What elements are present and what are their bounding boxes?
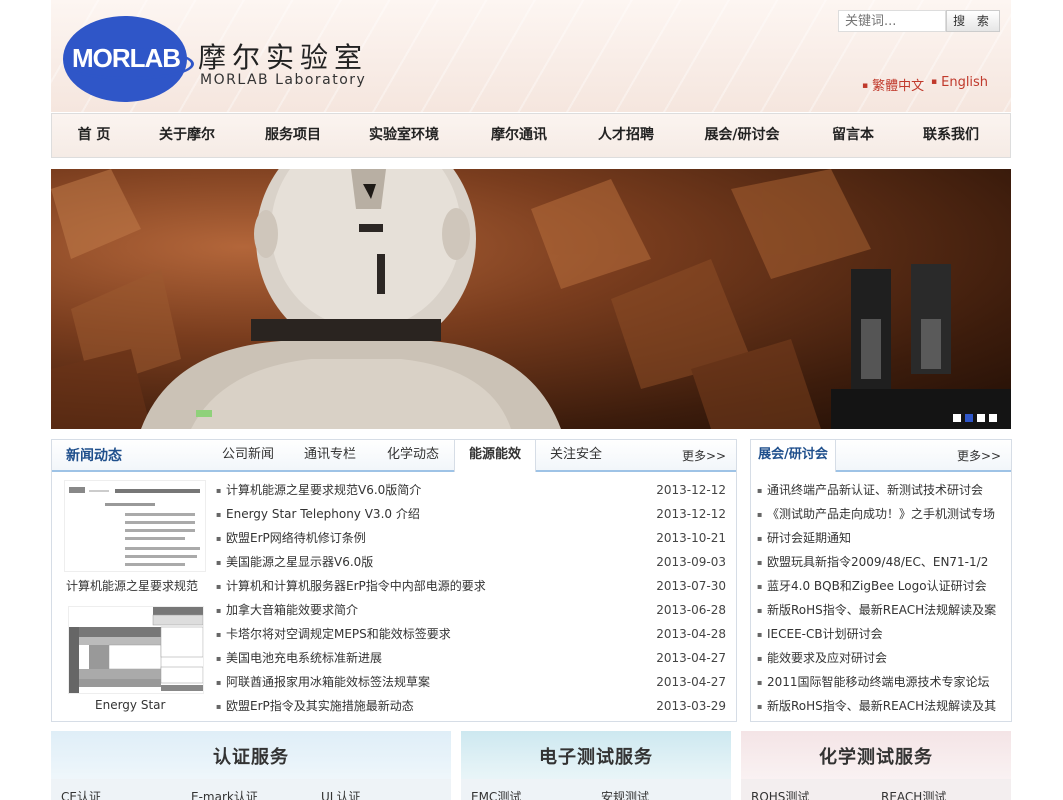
- table-image: [69, 607, 204, 693]
- link-emark[interactable]: E-mark认证: [191, 788, 258, 800]
- tab-company-news[interactable]: 公司新闻: [212, 440, 284, 470]
- card-certification[interactable]: 认证服务 CE认证 E-mark认证 UL认证: [51, 731, 451, 800]
- expo-item[interactable]: ▪ IECEE-CB计划研讨会: [757, 622, 1011, 646]
- news-item[interactable]: ▪ 计算机能源之星要求规范V6.0版简介 2013-12-12: [216, 478, 726, 502]
- banner-dot-4[interactable]: [989, 414, 997, 422]
- link-safety[interactable]: 安规测试: [601, 788, 649, 800]
- expo-header: 展会/研讨会 更多>>: [751, 440, 1011, 472]
- news-item[interactable]: ▪ Energy Star Telephony V3.0 介绍 2013-12-12: [216, 502, 726, 526]
- nav-about[interactable]: 关于摩尔: [136, 114, 238, 157]
- expo-more-link[interactable]: 更多>>: [957, 440, 1001, 473]
- banner-dot-2[interactable]: [965, 414, 973, 422]
- logo-text: MORLAB: [71, 43, 181, 73]
- site-name-cn: 摩尔实验室: [198, 41, 369, 74]
- expo-item[interactable]: ▪ 能效要求及应对研讨会: [757, 646, 1011, 670]
- nav-lab-environment[interactable]: 实验室环境: [348, 114, 460, 157]
- banner-image: [51, 169, 1011, 429]
- card-chemical-title: 化学测试服务: [819, 747, 933, 768]
- main-nav: 首 页 关于摩尔 服务项目 实验室环境 摩尔通讯 人才招聘 展会/研讨会 留言本…: [51, 113, 1011, 158]
- news-item[interactable]: ▪ 卡塔尔将对空调规定MEPS和能效标签要求 2013-04-28: [216, 622, 726, 646]
- card-electronic-title: 电子测试服务: [539, 747, 653, 768]
- expo-item[interactable]: ▪ 蓝牙4.0 BQB和ZigBee Logo认证研讨会: [757, 574, 1011, 598]
- news-item[interactable]: ▪ 加拿大音箱能效要求简介 2013-06-28: [216, 598, 726, 622]
- hero-banner[interactable]: [51, 169, 1011, 429]
- search-button[interactable]: 搜 索: [946, 10, 1000, 32]
- news-item[interactable]: ▪ 美国能源之星显示器V6.0版 2013-09-03: [216, 550, 726, 574]
- news-list: ▪ 计算机能源之星要求规范V6.0版简介 2013-12-12 ▪ Energy St…: [216, 478, 726, 718]
- news-thumbnail-formula[interactable]: [64, 480, 206, 572]
- lang-traditional-link[interactable]: 繁體中文: [862, 75, 924, 94]
- news-thumbnail-table[interactable]: [68, 606, 204, 694]
- news-more-link[interactable]: 更多>>: [682, 440, 726, 473]
- card-electronic[interactable]: 电子测试服务 EMC测试 安规测试: [461, 731, 731, 800]
- nav-expo[interactable]: 展会/研讨会: [674, 114, 810, 157]
- expo-item[interactable]: ▪ 欧盟玩具新指令2009/48/EC、EN71-1/2: [757, 550, 1011, 574]
- card-chemical[interactable]: 化学测试服务 ROHS测试 REACH测试: [741, 731, 1011, 800]
- expo-list: ▪ 通讯终端产品新认证、新测试技术研讨会 ▪ 《测试助产品走向成功！》之手机测试专场…: [757, 478, 1011, 718]
- formula-image: [69, 487, 200, 566]
- expo-item[interactable]: ▪ 研讨会延期通知: [757, 526, 1011, 550]
- tab-telecom[interactable]: 通讯专栏: [292, 440, 368, 470]
- tab-energy[interactable]: 能源能效: [454, 440, 536, 472]
- link-emc[interactable]: EMC测试: [471, 788, 521, 800]
- card-certification-title: 认证服务: [213, 747, 289, 768]
- news-item[interactable]: ▪ 计算机和计算机服务器ErP指令中内部电源的要求 2013-07-30: [216, 574, 726, 598]
- news-item[interactable]: ▪ 阿联酋通报家用冰箱能效标签法规草案 2013-04-27: [216, 670, 726, 694]
- news-panel: 新闻动态 公司新闻 通讯专栏 化学动态 能源能效 关注安全 更多>> 计算机能源…: [51, 439, 737, 722]
- link-reach[interactable]: REACH测试: [881, 788, 946, 800]
- nav-careers[interactable]: 人才招聘: [578, 114, 674, 157]
- link-rohs[interactable]: ROHS测试: [751, 788, 809, 800]
- thumb2-caption[interactable]: Energy Star: [95, 698, 165, 712]
- tab-chemical[interactable]: 化学动态: [376, 440, 450, 470]
- news-item[interactable]: ▪ 美国电池充电系统标准新进展 2013-04-27: [216, 646, 726, 670]
- nav-home[interactable]: 首 页: [52, 114, 136, 157]
- news-header: 新闻动态 公司新闻 通讯专栏 化学动态 能源能效 关注安全 更多>>: [52, 440, 736, 472]
- expo-title: 展会/研讨会: [751, 440, 836, 472]
- expo-panel: 展会/研讨会 更多>> ▪ 通讯终端产品新认证、新测试技术研讨会 ▪ 《测试助产品走…: [750, 439, 1012, 722]
- news-item[interactable]: ▪ 欧盟ErP指令及其实施措施最新动态 2013-03-29: [216, 694, 726, 718]
- news-item[interactable]: ▪ 欧盟ErP网络待机修订条例 2013-10-21: [216, 526, 726, 550]
- expo-item[interactable]: ▪ 通讯终端产品新认证、新测试技术研讨会: [757, 478, 1011, 502]
- nav-newsletter[interactable]: 摩尔通讯: [460, 114, 578, 157]
- expo-item[interactable]: ▪ 2011国际智能移动终端电源技术专家论坛: [757, 670, 1011, 694]
- expo-item[interactable]: ▪ 新版RoHS指令、最新REACH法规解读及案: [757, 598, 1011, 622]
- tab-safety[interactable]: 关注安全: [540, 440, 612, 470]
- link-ul[interactable]: UL认证: [321, 788, 360, 800]
- expo-item[interactable]: ▪ 《测试助产品走向成功！》之手机测试专场: [757, 502, 1011, 526]
- banner-dot-3[interactable]: [977, 414, 985, 422]
- thumb1-caption[interactable]: 计算机能源之星要求规范: [66, 577, 198, 594]
- news-title: 新闻动态: [66, 448, 122, 464]
- site-name-en: MORLAB Laboratory: [200, 72, 367, 88]
- expo-item[interactable]: ▪ 新版RoHS指令、最新REACH法规解读及其: [757, 694, 1011, 718]
- banner-pagination: [953, 407, 1001, 426]
- nav-services[interactable]: 服务项目: [238, 114, 348, 157]
- search-input[interactable]: [838, 10, 946, 32]
- lang-english-link[interactable]: English: [931, 75, 988, 90]
- nav-contact[interactable]: 联系我们: [896, 114, 1006, 157]
- banner-dot-1[interactable]: [953, 414, 961, 422]
- link-ce[interactable]: CE认证: [61, 788, 101, 800]
- nav-guestbook[interactable]: 留言本: [810, 114, 896, 157]
